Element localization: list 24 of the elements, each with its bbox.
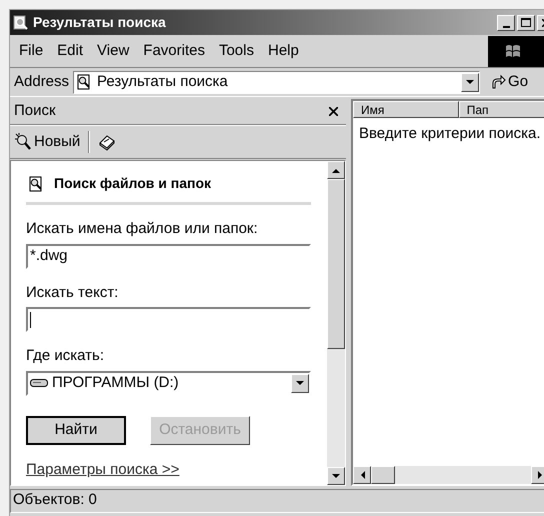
- text-field[interactable]: *.dwg: [26, 244, 311, 268]
- location-dropdown[interactable]: ПРОГРАММЫ (D:): [26, 370, 311, 396]
- address-label: Address: [14, 72, 70, 92]
- menu-item[interactable]: Help: [268, 40, 299, 62]
- field-label: Искать имена файлов или папок:: [26, 219, 259, 239]
- menu-item[interactable]: Edit: [57, 40, 84, 62]
- menu-item[interactable]: Tools: [218, 40, 254, 62]
- new-search-button[interactable]: Новый: [14, 130, 80, 154]
- section-heading: Поиск файлов и папок: [54, 174, 212, 193]
- status-text: Объектов: 0: [10, 488, 544, 512]
- empty-results-message: Введите критерии поиска.: [358, 124, 542, 144]
- field-label: Где искать:: [26, 346, 106, 366]
- column-header[interactable]: Имя: [353, 101, 459, 118]
- menu-item[interactable]: Favorites: [143, 40, 205, 62]
- column-header[interactable]: Пап: [458, 101, 544, 118]
- field-label: Искать текст:: [26, 282, 120, 302]
- menu-item[interactable]: View: [97, 40, 130, 62]
- pane-title: Поиск: [14, 101, 56, 122]
- window-title: Результаты поиска: [33, 13, 166, 32]
- find-button[interactable]: Найти: [26, 416, 126, 444]
- search-options-link[interactable]: Параметры поиска >>: [26, 458, 311, 481]
- address-field[interactable]: Результаты поиска: [73, 70, 480, 94]
- menu-item[interactable]: File: [19, 40, 44, 62]
- go-button[interactable]: Go: [484, 70, 534, 94]
